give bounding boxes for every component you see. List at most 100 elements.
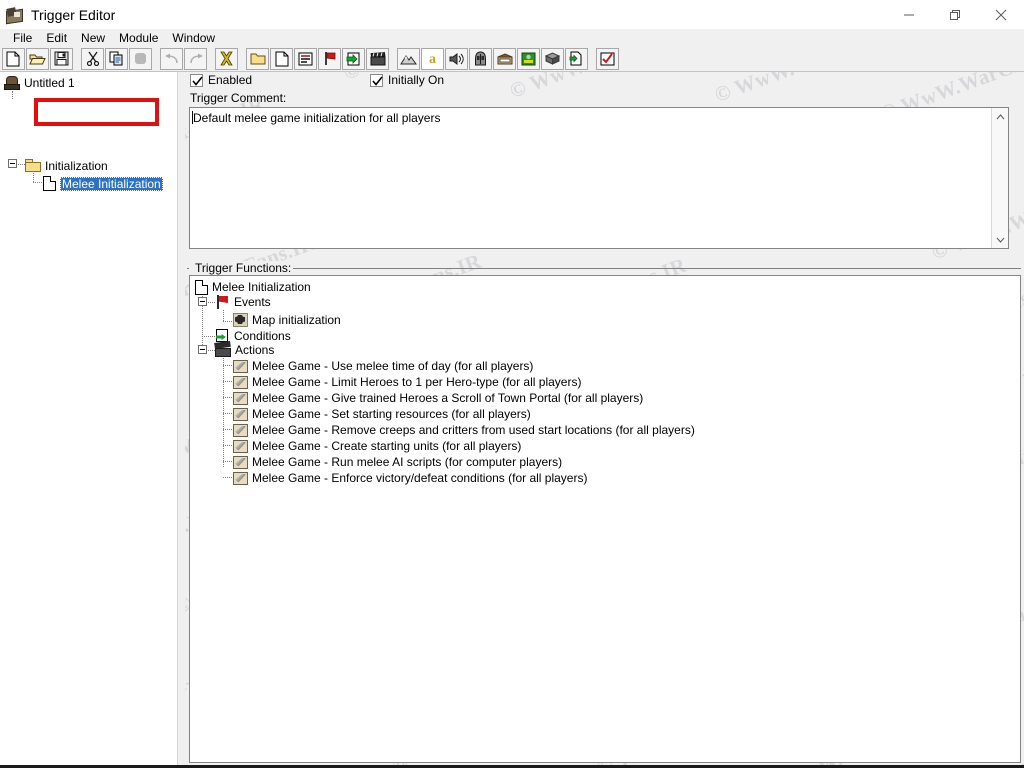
title-bar: Trigger Editor — [0, 0, 1024, 29]
document-icon — [43, 176, 56, 191]
enabled-label: Enabled — [208, 73, 253, 87]
expander-events[interactable] — [198, 297, 207, 306]
function-action-item[interactable]: Melee Game - Use melee time of day (for … — [233, 358, 533, 374]
trigger-functions-tree[interactable]: Melee Initialization Events Map initiali… — [189, 275, 1021, 763]
menu-edit[interactable]: Edit — [39, 30, 74, 46]
document-icon — [195, 279, 208, 295]
map-initialization-icon — [233, 313, 248, 327]
object-editor-icon[interactable]: a — [421, 47, 444, 70]
test-map-icon[interactable] — [596, 47, 619, 70]
enabled-checkbox[interactable] — [190, 73, 203, 87]
action-sword-icon — [233, 359, 248, 373]
sound-editor-icon[interactable] — [445, 47, 468, 70]
new-category-folder-icon[interactable] — [246, 47, 269, 70]
svg-text:a: a — [429, 52, 436, 66]
tree-connector — [223, 477, 232, 478]
function-action-item[interactable]: Melee Game - Run melee AI scripts (for c… — [233, 454, 562, 470]
group-border — [187, 268, 1021, 270]
map-head-icon — [4, 75, 20, 90]
function-root-label: Melee Initialization — [212, 280, 311, 294]
tree-connector — [223, 310, 224, 321]
toolbar-separator — [589, 48, 596, 70]
tree-item-label: Untitled 1 — [24, 75, 75, 90]
action-label: Melee Game - Use melee time of day (for … — [252, 359, 534, 373]
function-action-item[interactable]: Melee Game - Give trained Heroes a Scrol… — [233, 390, 643, 406]
toolbar-separator — [390, 48, 397, 70]
menu-module[interactable]: Module — [112, 30, 165, 46]
enabled-checkbox-group[interactable]: Enabled — [190, 73, 252, 87]
menu-new[interactable]: New — [74, 30, 112, 46]
trigger-editor-window: © WwW.WarCraft-Fans.IR© WwW.WarCraft-Fan… — [0, 0, 1024, 768]
terrain-icon[interactable] — [397, 47, 420, 70]
import-manager-icon[interactable] — [517, 47, 540, 70]
expander-actions[interactable] — [198, 345, 207, 354]
tree-connector — [202, 336, 215, 337]
trigger-detail-panel: Enabled Initially On Trigger Comment: De… — [185, 71, 1024, 768]
function-action-item[interactable]: Melee Game - Enforce victory/defeat cond… — [233, 470, 587, 486]
menu-file[interactable]: File — [6, 30, 39, 46]
new-condition-icon[interactable] — [342, 47, 365, 70]
function-action-item[interactable]: Melee Game - Limit Heroes to 1 per Hero-… — [233, 374, 581, 390]
function-root-item[interactable]: Melee Initialization — [195, 279, 311, 295]
unit-palette-icon[interactable] — [469, 47, 492, 70]
doodad-palette-icon[interactable] — [493, 47, 516, 70]
new-comment-icon[interactable] — [294, 47, 317, 70]
scroll-up-icon[interactable] — [992, 108, 1008, 125]
trigger-tree-panel[interactable]: Untitled 1 Initialization Melee Initiali… — [0, 71, 177, 768]
window-controls — [886, 0, 1024, 29]
initially-on-checkbox-group[interactable]: Initially On — [370, 73, 444, 87]
clapperboard-icon — [214, 340, 231, 357]
tree-item-initialization[interactable]: Initialization — [25, 157, 108, 174]
function-group-events[interactable]: Events — [215, 294, 271, 310]
function-group-actions[interactable]: Actions — [214, 340, 274, 358]
object-manager-icon[interactable] — [541, 47, 564, 70]
menu-window[interactable]: Window — [165, 30, 222, 46]
tree-item-melee-initialization[interactable]: Melee Initialization — [43, 175, 163, 192]
new-icon[interactable] — [2, 47, 25, 70]
new-action-icon[interactable] — [366, 47, 389, 70]
tree-expander-initialization[interactable] — [8, 159, 17, 168]
paste-icon[interactable] — [129, 47, 152, 70]
restore-button[interactable] — [932, 0, 978, 29]
tree-item-label: Initialization — [45, 158, 108, 173]
window-title: Trigger Editor — [31, 6, 116, 23]
new-trigger-page-icon[interactable] — [270, 47, 293, 70]
initially-on-checkbox[interactable] — [370, 73, 384, 87]
open-folder-icon[interactable] — [26, 47, 49, 70]
tree-item-untitled-1[interactable]: Untitled 1 — [4, 74, 75, 91]
toolbar-separator — [208, 48, 215, 70]
copy-icon[interactable] — [105, 47, 128, 70]
close-button[interactable] — [978, 0, 1024, 29]
undo-arrow-icon[interactable] — [160, 47, 183, 70]
action-sword-icon — [233, 423, 248, 437]
trigger-comment-value: Default melee game initialization for al… — [193, 111, 441, 125]
red-flag-icon — [215, 295, 230, 309]
new-event-flag-icon[interactable] — [318, 47, 341, 70]
function-action-item[interactable]: Melee Game - Remove creeps and critters … — [233, 422, 695, 438]
action-sword-icon — [233, 375, 248, 389]
menu-bar: File Edit New Module Window — [0, 29, 1024, 46]
campaign-editor-icon[interactable] — [565, 47, 588, 70]
action-label: Melee Game - Limit Heroes to 1 per Hero-… — [252, 375, 582, 389]
trigger-editor-icon — [5, 6, 23, 24]
events-label: Events — [234, 295, 271, 309]
comment-scrollbar[interactable] — [991, 108, 1008, 248]
tree-connector — [223, 413, 232, 414]
function-action-item[interactable]: Melee Game - Set starting resources (for… — [233, 406, 531, 422]
panel-splitter[interactable] — [177, 71, 185, 768]
trigger-comment-textarea[interactable]: Default melee game initialization for al… — [189, 107, 1009, 249]
save-floppy-icon[interactable] — [50, 47, 73, 70]
tree-connector — [223, 365, 232, 366]
function-event-map-initialization[interactable]: Map initialization — [233, 312, 341, 328]
action-sword-icon — [233, 407, 248, 421]
toolbar-separator — [153, 48, 160, 70]
close-x-icon[interactable] — [215, 47, 238, 70]
minimize-button[interactable] — [886, 0, 932, 29]
tree-connector — [223, 461, 232, 462]
cut-scissors-icon[interactable] — [81, 47, 104, 70]
action-sword-icon — [233, 455, 248, 469]
redo-arrow-icon[interactable] — [184, 47, 207, 70]
function-action-item[interactable]: Melee Game - Create starting units (for … — [233, 438, 521, 454]
scroll-down-icon[interactable] — [992, 231, 1008, 248]
action-label: Melee Game - Set starting resources (for… — [252, 407, 531, 421]
